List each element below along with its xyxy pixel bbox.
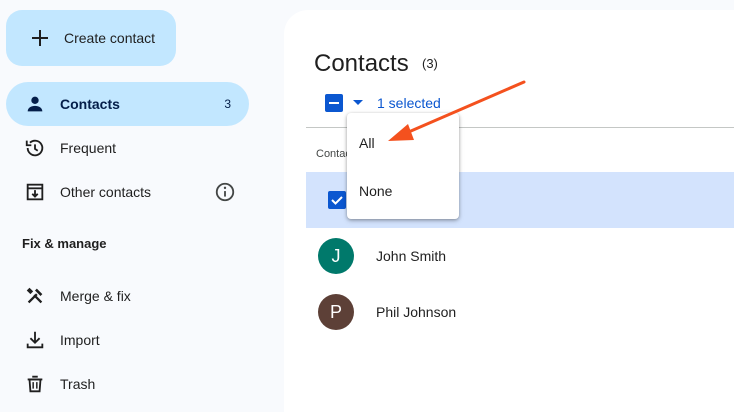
menu-item-all[interactable]: All	[347, 119, 459, 167]
selection-dropdown-menu: All None	[347, 113, 459, 219]
table-row[interactable]: J John Smith	[306, 228, 734, 284]
sidebar-item-contacts[interactable]: Contacts 3	[6, 82, 249, 126]
menu-item-label: None	[359, 183, 393, 199]
page-title-count: (3)	[422, 56, 438, 71]
info-icon[interactable]	[214, 181, 236, 203]
select-all-checkbox[interactable]	[325, 94, 343, 112]
sidebar-item-import[interactable]: Import	[6, 318, 249, 362]
download-box-icon	[26, 183, 44, 201]
check-icon	[331, 196, 343, 205]
sidebar-item-merge-fix[interactable]: Merge & fix	[6, 274, 249, 318]
page-title: Contacts	[314, 50, 409, 77]
sidebar-item-label: Other contacts	[60, 184, 152, 200]
sidebar-item-label: Import	[60, 332, 100, 348]
person-icon	[27, 96, 43, 112]
selection-count-label[interactable]: 1 selected	[377, 95, 441, 111]
avatar: P	[318, 294, 354, 330]
create-contact-button[interactable]: Create contact	[6, 10, 176, 66]
avatar: J	[318, 238, 354, 274]
sidebar-item-label: Contacts	[60, 96, 120, 112]
sidebar-item-other-contacts[interactable]: Other contacts	[6, 170, 249, 214]
menu-item-none[interactable]: None	[347, 167, 459, 215]
section-title-fix-manage: Fix & manage	[22, 236, 107, 251]
trash-icon	[27, 375, 43, 393]
plus-icon	[32, 30, 48, 46]
contact-name: Phil Johnson	[376, 304, 457, 320]
menu-item-label: All	[359, 135, 375, 151]
sidebar-item-label: Trash	[60, 376, 96, 392]
row-checkbox[interactable]	[328, 191, 346, 209]
contacts-count: 3	[224, 97, 231, 111]
create-contact-label: Create contact	[64, 30, 156, 46]
contact-name: John Smith	[376, 248, 447, 264]
table-row[interactable]: P Phil Johnson	[306, 284, 734, 340]
import-icon	[26, 331, 44, 349]
tools-icon	[26, 287, 43, 304]
history-icon	[25, 139, 44, 157]
sidebar-item-frequent[interactable]: Frequent	[6, 126, 249, 170]
sidebar-item-trash[interactable]: Trash	[6, 362, 249, 406]
selection-dropdown-arrow-icon[interactable]	[353, 100, 363, 105]
sidebar-item-label: Frequent	[60, 140, 117, 156]
sidebar-item-label: Merge & fix	[60, 288, 131, 304]
